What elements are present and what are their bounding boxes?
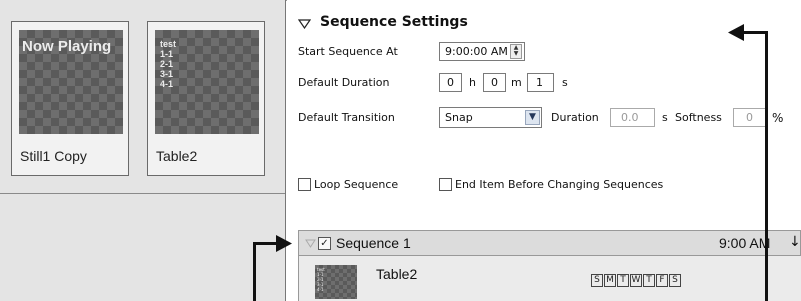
thumbnail-line: 4-1: [317, 287, 324, 292]
chevron-down-icon[interactable]: ▼: [525, 110, 540, 125]
thumbnail-line: 1-1: [160, 49, 174, 59]
media-item-caption: Table2: [156, 148, 198, 164]
callout-arrow-line: [253, 242, 256, 301]
transition-duration-field[interactable]: 0.0: [610, 108, 655, 127]
end-item-checkbox[interactable]: [439, 178, 452, 191]
thumbnail-line: 2-1: [160, 59, 174, 69]
seconds-unit: s: [562, 76, 568, 89]
transition-value: Snap: [445, 111, 473, 124]
default-duration-label: Default Duration: [298, 76, 390, 89]
table-thumbnail: test 1-1 2-1 3-1 4-1: [155, 30, 259, 134]
start-time-value: 9:00:00 AM: [445, 45, 508, 58]
media-item-table2[interactable]: test 1-1 2-1 3-1 4-1 Table2: [147, 21, 265, 176]
thumbnail-line: test: [160, 39, 177, 49]
callout-arrow-line: [765, 31, 768, 301]
callout-arrowhead-icon: [276, 235, 292, 252]
softness-label: Softness: [675, 111, 722, 124]
hours-field[interactable]: 0: [439, 73, 462, 92]
seconds-field[interactable]: 1: [527, 73, 554, 92]
day-toggle-thu[interactable]: T: [643, 274, 655, 287]
sequence-name: Sequence 1: [336, 235, 411, 251]
collapse-triangle-icon[interactable]: [298, 19, 311, 29]
sequence-row[interactable]: ✓ Sequence 1 9:00 AM ↓: [298, 230, 801, 256]
transition-select[interactable]: Snap ▼: [439, 107, 542, 128]
sort-arrow-icon[interactable]: ↓: [789, 234, 801, 250]
minutes-unit: m: [511, 76, 522, 89]
softness-field[interactable]: 0: [733, 108, 766, 127]
loop-sequence-checkbox[interactable]: [298, 178, 311, 191]
softness-unit: %: [772, 111, 784, 125]
minutes-field[interactable]: 0: [483, 73, 506, 92]
expand-triangle-icon[interactable]: [305, 239, 316, 248]
start-sequence-label: Start Sequence At: [298, 45, 398, 58]
transition-duration-unit: s: [662, 111, 668, 124]
media-item-still1-copy[interactable]: Now Playing Still1 Copy: [11, 21, 129, 176]
loop-sequence-label: Loop Sequence: [314, 178, 399, 191]
day-toggle-wed[interactable]: W: [630, 274, 642, 287]
day-toggle-sun[interactable]: S: [591, 274, 603, 287]
thumbnail-text: Now Playing: [22, 38, 112, 55]
time-spinner-icon[interactable]: ▲ ▼: [510, 44, 522, 59]
day-toggle-sat[interactable]: S: [669, 274, 681, 287]
callout-arrow-line: [740, 31, 768, 34]
hours-unit: h: [469, 76, 476, 89]
media-item-caption: Still1 Copy: [20, 148, 87, 164]
divider: [0, 193, 285, 194]
sequence-item-row[interactable]: test 1-1 2-1 3-1 4-1 Table2 SMTWTFS: [298, 256, 801, 301]
default-transition-label: Default Transition: [298, 111, 395, 124]
still-thumbnail: Now Playing: [19, 30, 123, 134]
day-toggle-fri[interactable]: F: [656, 274, 668, 287]
thumbnail-line: 4-1: [160, 79, 174, 89]
sequence-time: 9:00 AM: [719, 235, 771, 251]
callout-arrowhead-icon: [728, 24, 744, 41]
day-toggle-mon[interactable]: M: [604, 274, 616, 287]
media-bin-panel: Now Playing Still1 Copy test 1-1 2-1 3-1…: [0, 0, 286, 301]
start-time-field[interactable]: 9:00:00 AM ▲ ▼: [439, 42, 525, 61]
settings-title: Sequence Settings: [320, 14, 468, 30]
sequence-enabled-checkbox[interactable]: ✓: [318, 237, 331, 250]
day-schedule: SMTWTFS: [591, 267, 682, 287]
settings-header[interactable]: Sequence Settings: [287, 11, 801, 37]
day-toggle-tue[interactable]: T: [617, 274, 629, 287]
thumbnail-line: 3-1: [160, 69, 174, 79]
end-item-label: End Item Before Changing Sequences: [455, 178, 664, 191]
item-thumbnail: test 1-1 2-1 3-1 4-1: [315, 265, 357, 299]
transition-duration-label: Duration: [551, 111, 599, 124]
item-name: Table2: [376, 266, 418, 282]
sequence-settings-panel: Sequence Settings Start Sequence At 9:00…: [287, 0, 801, 301]
